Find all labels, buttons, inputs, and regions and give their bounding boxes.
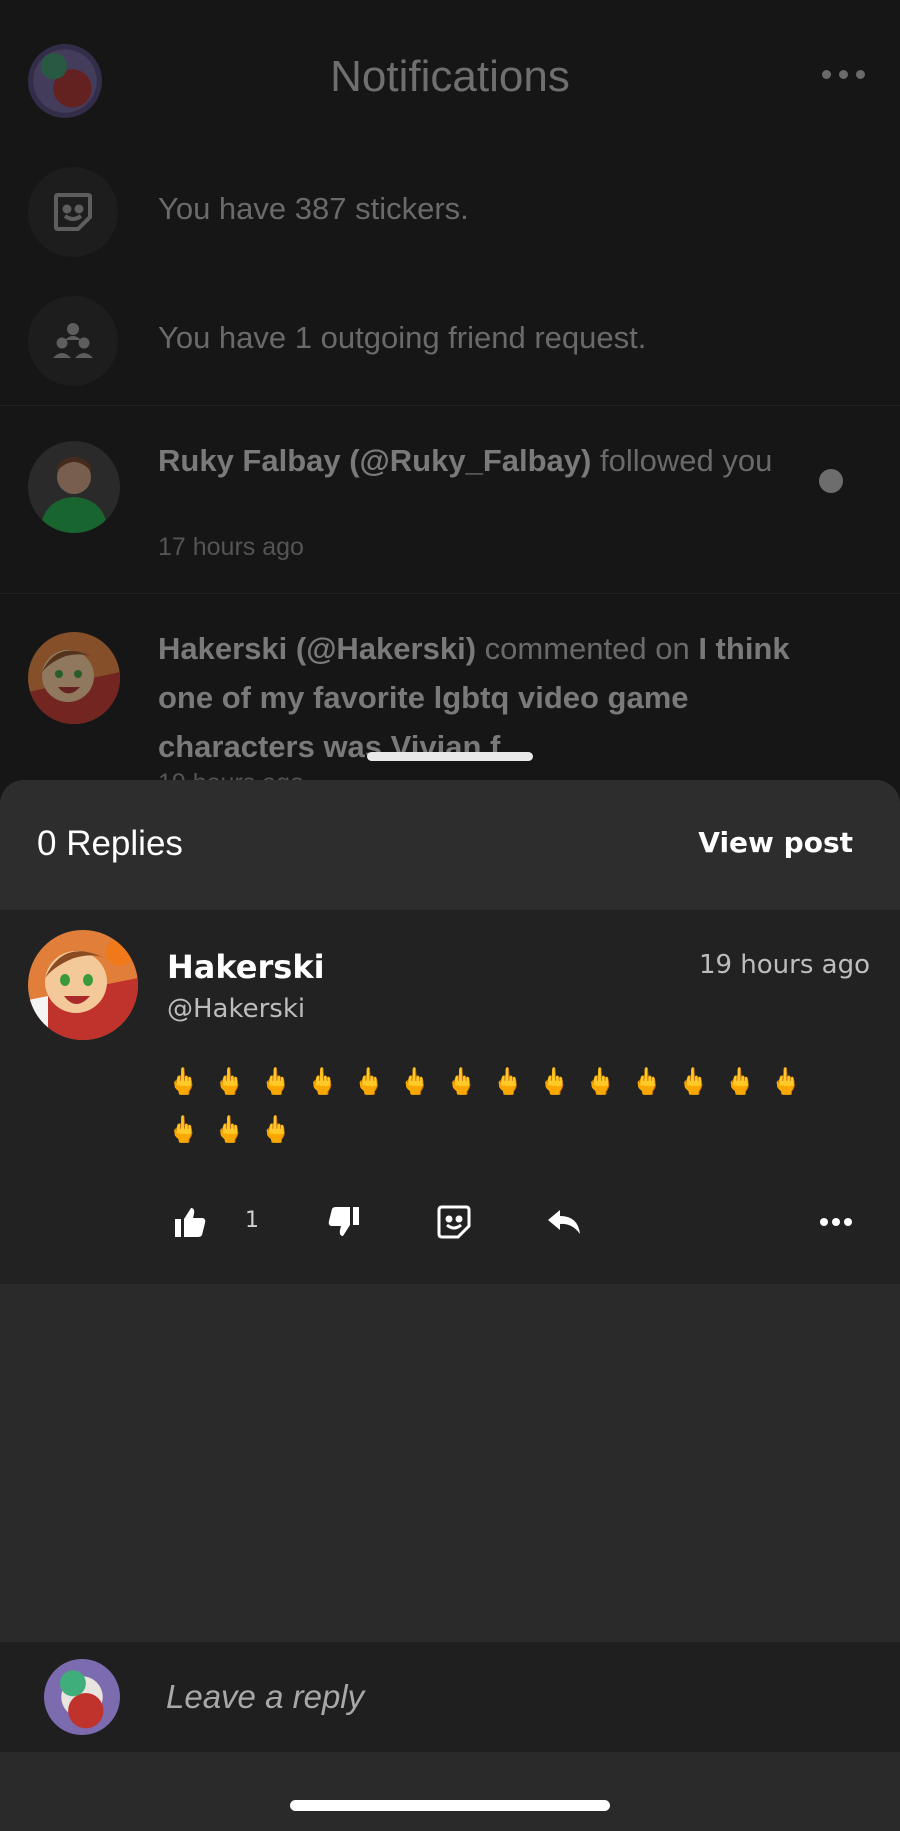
sheet-grab-handle[interactable]	[367, 752, 533, 761]
replies-sheet: 0 Replies View post Hakerski @Hakerski 1…	[0, 780, 900, 1831]
commenter-handle: @Hakerski	[167, 994, 306, 1024]
reply-input[interactable]	[166, 1664, 846, 1730]
follow-notification-text: Ruky Falbay (@Ruky_Falbay) followed you	[158, 436, 790, 485]
sticker-count-text: You have 387 stickers.	[158, 191, 469, 226]
notification-action: followed you	[591, 443, 773, 478]
thumbs-up-icon[interactable]	[172, 1200, 208, 1244]
commenter-avatar[interactable]	[28, 930, 138, 1040]
comment-card: Hakerski @Hakerski 19 hours ago 🖕🖕🖕🖕🖕🖕🖕🖕…	[0, 910, 900, 1284]
comment-time: 19 hours ago	[698, 950, 870, 980]
hakerski-avatar-small	[28, 632, 120, 724]
replies-count: 0 Replies	[37, 824, 183, 863]
notification-time: 17 hours ago	[158, 533, 304, 561]
like-count: 1	[245, 1208, 259, 1233]
notification-user: Hakerski (@Hakerski)	[158, 631, 477, 666]
more-options-icon[interactable]	[820, 62, 868, 86]
sheet-header: 0 Replies View post	[0, 780, 900, 910]
reply-bar	[0, 1642, 900, 1752]
top-bar: Notifications	[0, 0, 900, 160]
reply-icon[interactable]	[546, 1200, 582, 1244]
notifications-screen: Notifications You have 387 stickers. You…	[0, 0, 900, 800]
comment-notification-text: Hakerski (@Hakerski) commented on I thin…	[158, 624, 790, 771]
ruky-avatar	[28, 441, 120, 533]
my-avatar	[44, 1659, 120, 1735]
sticker-icon[interactable]	[436, 1200, 472, 1244]
sticker-notification[interactable]: You have 387 stickers.	[0, 147, 900, 277]
sticker-icon	[28, 167, 118, 257]
comment-more-icon[interactable]	[818, 1200, 854, 1244]
friend-request-notification[interactable]: You have 1 outgoing friend request.	[0, 276, 900, 406]
thumbs-down-icon[interactable]	[326, 1200, 362, 1244]
notification-user: Ruky Falbay (@Ruky_Falbay)	[158, 443, 592, 478]
follow-notification[interactable]: Ruky Falbay (@Ruky_Falbay) followed you …	[0, 405, 900, 593]
friends-icon	[28, 296, 118, 386]
unread-dot	[819, 469, 843, 493]
notification-action: commented on	[476, 631, 699, 666]
comment-body: 🖕🖕🖕🖕🖕🖕🖕🖕🖕🖕🖕🖕🖕🖕🖕🖕🖕	[167, 1067, 817, 1145]
friend-request-text: You have 1 outgoing friend request.	[158, 320, 647, 355]
comment-actions: 1	[0, 1200, 900, 1250]
commenter-name[interactable]: Hakerski	[167, 948, 325, 986]
home-indicator	[290, 1800, 610, 1811]
page-title: Notifications	[330, 52, 570, 101]
view-post-button[interactable]: View post	[698, 826, 853, 859]
